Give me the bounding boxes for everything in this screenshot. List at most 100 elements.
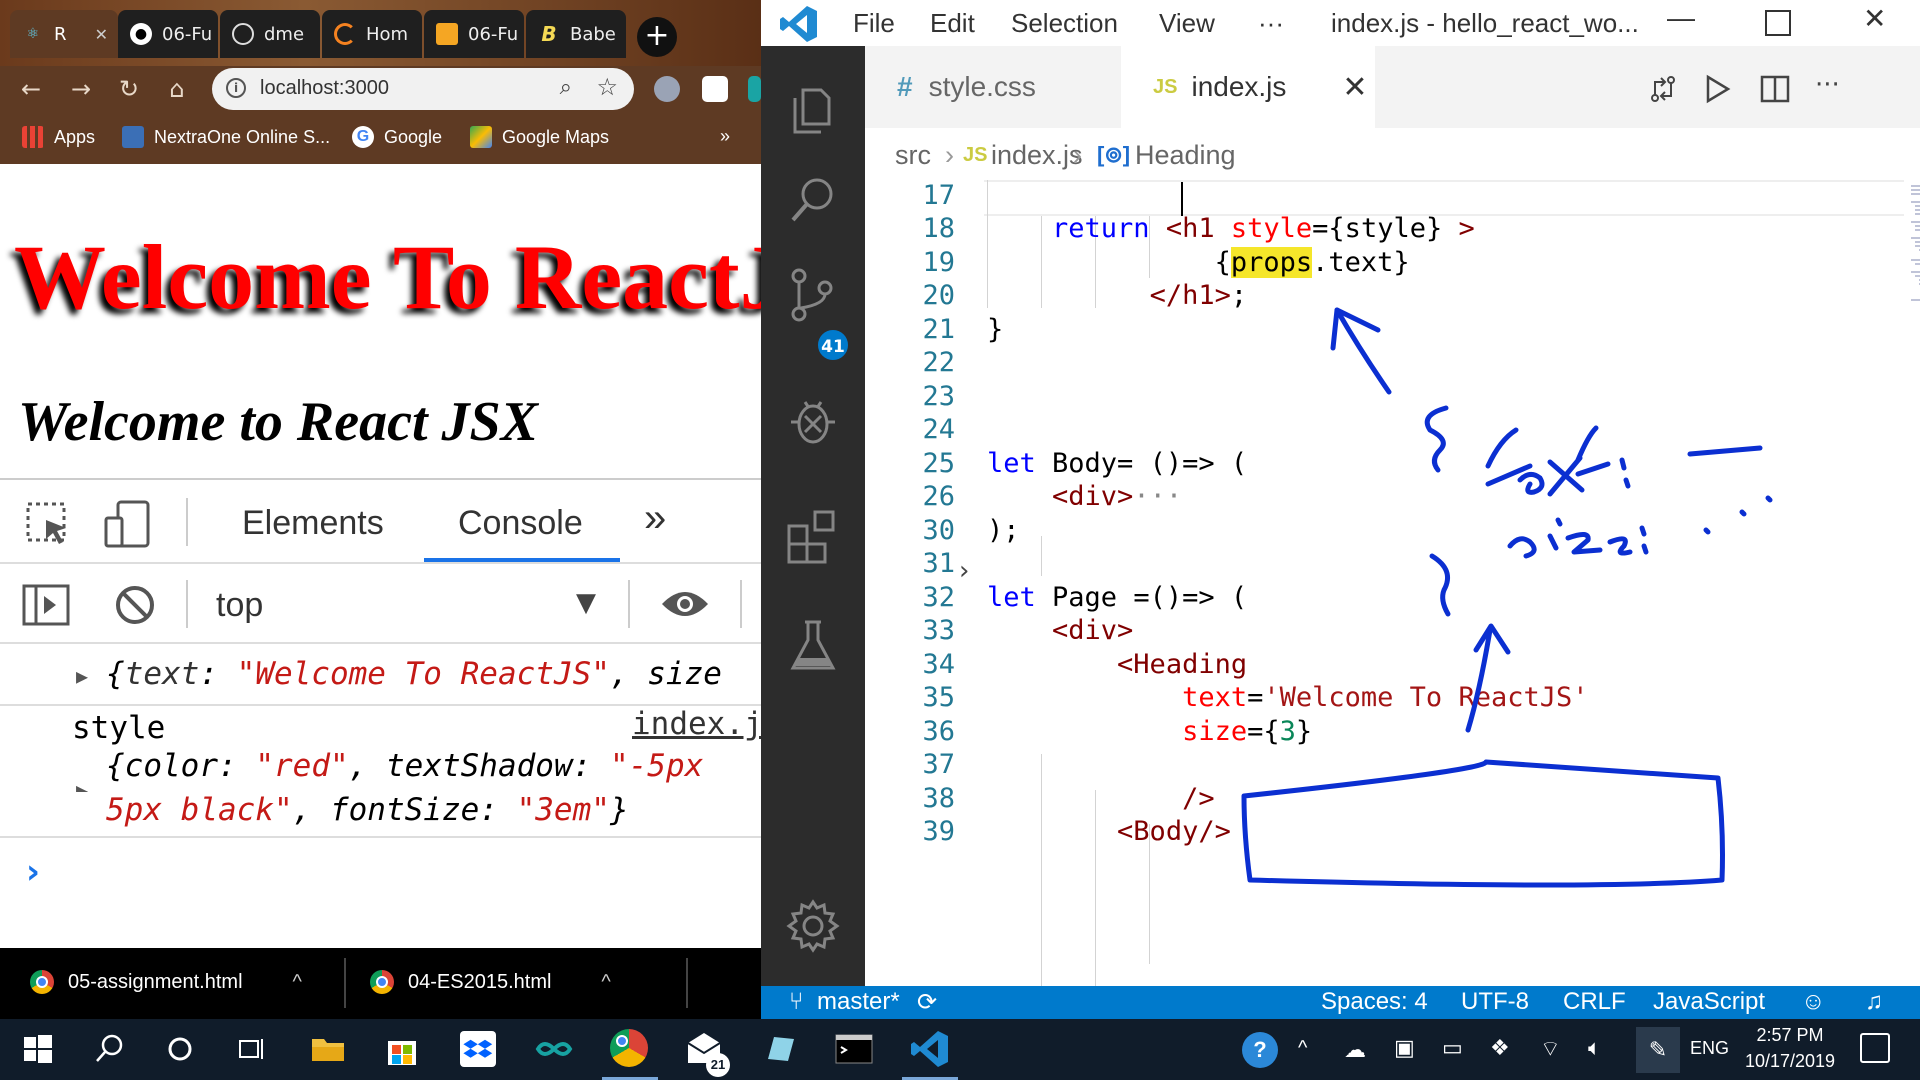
volume-icon[interactable]: 🔈︎ [1588, 1035, 1601, 1061]
device-toolbar-icon[interactable] [104, 500, 152, 548]
browser-tab[interactable]: Hom [322, 10, 422, 58]
breadcrumb-file[interactable]: index.js [991, 140, 1083, 171]
more-actions-icon[interactable]: ··· [1815, 70, 1845, 100]
pen-workspace-icon[interactable]: ✎ [1636, 1027, 1680, 1073]
browser-tab-react[interactable]: ⚛ R ✕ [10, 10, 118, 58]
search-icon[interactable] [783, 170, 843, 230]
code-line[interactable]: } [987, 314, 1003, 345]
menu-more[interactable]: ··· [1258, 8, 1284, 39]
browser-tab[interactable]: B Babe [526, 10, 626, 58]
action-center-icon[interactable] [1860, 1033, 1890, 1063]
status-branch[interactable]: master* [817, 988, 900, 1016]
code-line[interactable]: let Body= ()=> ( [987, 448, 1247, 479]
onedrive-cloud-icon[interactable]: ☁ [1344, 1037, 1366, 1063]
search-icon[interactable] [90, 1029, 130, 1069]
battery-icon[interactable]: ▭ [1442, 1035, 1463, 1061]
settings-gear-icon[interactable] [783, 896, 843, 956]
code-line[interactable]: /> [987, 783, 1215, 814]
windows-start-icon[interactable] [18, 1029, 58, 1069]
reload-icon[interactable]: ↻ [114, 74, 144, 104]
bookmarks-overflow-button[interactable]: » [720, 126, 730, 147]
tray-app-icon[interactable]: ▣ [1394, 1035, 1415, 1061]
console-prompt-icon[interactable]: › [26, 852, 40, 892]
vscode-taskbar-icon[interactable] [910, 1029, 950, 1069]
breadcrumb-src[interactable]: src [895, 140, 931, 171]
live-expression-eye-icon[interactable] [660, 588, 710, 620]
file-explorer-icon[interactable] [308, 1029, 348, 1069]
arduino-icon[interactable] [534, 1029, 574, 1069]
bookmark-google[interactable]: G Google [352, 126, 442, 148]
forward-icon[interactable]: → [66, 74, 96, 104]
close-window-icon[interactable]: ✕ [1863, 2, 1886, 35]
bookmark-apps[interactable]: Apps [22, 126, 95, 148]
chevron-up-icon[interactable]: ^ [601, 971, 610, 994]
back-icon[interactable]: ← [16, 74, 46, 104]
store-icon[interactable] [382, 1029, 422, 1069]
address-bar[interactable]: i localhost:3000 ⌕ ☆ [212, 68, 634, 110]
input-language[interactable]: ENG [1690, 1038, 1729, 1059]
chevron-up-icon[interactable]: ^ [1298, 1037, 1307, 1060]
browser-tab[interactable]: ● 06-Fu [118, 10, 218, 58]
help-icon[interactable]: ? [1242, 1032, 1278, 1068]
devtools-tab-elements[interactable]: Elements [242, 504, 384, 543]
console-source-link[interactable]: index.j [632, 706, 761, 742]
browser-tab[interactable]: dme [220, 10, 320, 58]
code-line[interactable]: return <h1 style={style} > [987, 213, 1475, 244]
close-tab-icon[interactable]: ✕ [95, 25, 108, 44]
info-icon[interactable]: i [226, 78, 246, 98]
tab-style-css[interactable]: # style.css [865, 46, 1121, 128]
task-view-icon[interactable] [232, 1029, 272, 1069]
testing-flask-icon[interactable] [783, 616, 843, 676]
address-url[interactable]: localhost:3000 [260, 77, 389, 100]
debug-icon[interactable] [783, 390, 843, 450]
maximize-icon[interactable] [1765, 10, 1791, 36]
new-tab-button[interactable]: + [637, 17, 677, 57]
browser-tab[interactable]: 06-Fu [424, 10, 524, 58]
bookmark-star-icon[interactable]: ☆ [596, 73, 618, 101]
code-line[interactable]: <Heading [987, 649, 1247, 680]
notes-icon[interactable] [760, 1029, 800, 1069]
context-selector[interactable]: top [216, 586, 263, 625]
breadcrumb-symbol[interactable]: Heading [1135, 140, 1236, 171]
split-editor-icon[interactable] [1760, 74, 1790, 104]
status-eol[interactable]: CRLF [1563, 988, 1626, 1016]
console-log-entry[interactable]: ▶ {text: "Welcome To ReactJS", size [0, 644, 761, 706]
extension-icon[interactable] [748, 76, 761, 102]
cortana-icon[interactable] [160, 1029, 200, 1069]
code-line[interactable]: <div>··· [987, 481, 1182, 512]
menu-edit[interactable]: Edit [930, 8, 975, 39]
menu-view[interactable]: View [1159, 8, 1215, 39]
chevron-up-icon[interactable]: ^ [293, 971, 302, 994]
more-tabs-button[interactable]: » [644, 496, 666, 541]
code-line[interactable]: ); [987, 515, 1020, 546]
console-sidebar-icon[interactable] [22, 584, 70, 626]
dropbox-tray-icon[interactable]: ❖ [1490, 1035, 1510, 1061]
zoom-icon[interactable]: ⌕ [560, 75, 572, 100]
compare-changes-icon[interactable] [1648, 74, 1678, 104]
run-icon[interactable] [1702, 74, 1732, 104]
chrome-taskbar-icon[interactable] [610, 1029, 650, 1069]
clear-console-icon[interactable] [114, 584, 156, 626]
status-indentation[interactable]: Spaces: 4 [1321, 988, 1428, 1016]
status-language[interactable]: JavaScript [1653, 988, 1765, 1016]
notifications-bell-icon[interactable]: ♫ [1865, 988, 1883, 1016]
folded-ellipsis-icon[interactable]: ··· [1133, 481, 1182, 512]
tab-index-js[interactable]: JS index.js ✕ [1121, 46, 1375, 128]
menu-file[interactable]: File [853, 8, 895, 39]
dropbox-icon[interactable] [458, 1029, 498, 1069]
minimap[interactable] [1907, 180, 1920, 340]
dropdown-arrow-icon[interactable]: ▼ [576, 588, 596, 618]
clock-date[interactable]: 10/17/2019 [1740, 1051, 1840, 1072]
code-line[interactable]: </h1>; [987, 280, 1248, 311]
extension-icon[interactable] [654, 76, 680, 102]
inspect-element-icon[interactable] [26, 502, 72, 548]
close-tab-icon[interactable]: ✕ [1342, 70, 1367, 105]
wifi-icon[interactable]: ⌔ [1540, 1035, 1561, 1063]
bookmark-google-maps[interactable]: Google Maps [470, 126, 609, 148]
status-encoding[interactable]: UTF-8 [1461, 988, 1529, 1016]
code-editor[interactable]: 17 18 19 20 21 22 23 24 25 26 30 31 32 3… [865, 180, 1920, 986]
console-log-object-line[interactable]: ▶ {color: "red", textShadow: "-5px [0, 748, 761, 792]
extensions-icon[interactable] [783, 506, 843, 566]
code-line[interactable]: {props.text} [987, 247, 1410, 278]
terminal-icon[interactable] [834, 1029, 874, 1069]
